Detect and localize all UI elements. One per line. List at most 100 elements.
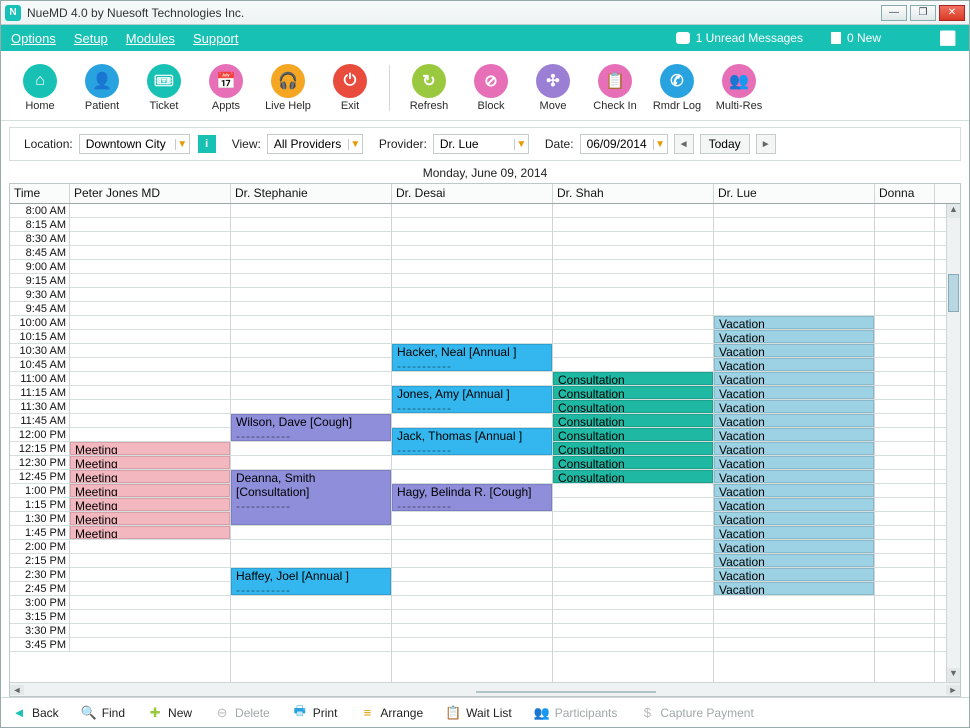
appointment[interactable]: Vacation bbox=[714, 316, 874, 329]
appointment[interactable]: Consultation bbox=[553, 414, 713, 427]
chevron-down-icon[interactable]: ▼ bbox=[175, 139, 189, 150]
action-back[interactable]: ◄Back bbox=[11, 705, 59, 721]
providers-area[interactable]: MeetingMeetingMeetingMeetingMeetingMeeti… bbox=[70, 204, 946, 682]
chevron-down-icon[interactable]: ▼ bbox=[348, 139, 362, 150]
appointment[interactable]: Consultation bbox=[553, 442, 713, 455]
appointment[interactable]: Meeting bbox=[70, 512, 230, 525]
appointment[interactable]: Vacation bbox=[714, 568, 874, 581]
action-print[interactable]: 🖶Print bbox=[292, 705, 338, 721]
scroll-up-icon[interactable]: ▲ bbox=[947, 204, 960, 218]
appointment[interactable]: Vacation bbox=[714, 526, 874, 539]
appointment[interactable]: Meeting bbox=[70, 498, 230, 511]
location-info-button[interactable]: i bbox=[198, 135, 216, 153]
appointment[interactable]: Vacation bbox=[714, 484, 874, 497]
unread-messages[interactable]: 1 Unread Messages bbox=[676, 31, 803, 45]
appointment[interactable]: Vacation bbox=[714, 442, 874, 455]
vertical-scrollbar[interactable]: ▲ ▼ bbox=[946, 204, 960, 682]
date-combo[interactable]: 06/09/2014 ▼ bbox=[580, 134, 668, 154]
appointment[interactable]: Meeting bbox=[70, 484, 230, 497]
appointment[interactable]: Meeting bbox=[70, 526, 230, 539]
appointment[interactable]: Vacation bbox=[714, 456, 874, 469]
tool-live-help[interactable]: 🎧Live Help bbox=[259, 64, 317, 112]
appointment[interactable]: Vacation bbox=[714, 554, 874, 567]
date-next-button[interactable]: ► bbox=[756, 134, 776, 154]
scroll-down-icon[interactable]: ▼ bbox=[947, 668, 960, 682]
chevron-down-icon[interactable]: ▼ bbox=[653, 139, 667, 150]
provider-header[interactable]: Dr. Desai bbox=[392, 184, 553, 203]
appointment[interactable]: Deanna, Smith [Consultation]----------- bbox=[231, 470, 391, 525]
tool-patient[interactable]: 👤Patient bbox=[73, 64, 131, 112]
provider-header[interactable]: Dr. Stephanie bbox=[231, 184, 392, 203]
appointment[interactable]: Consultation bbox=[553, 386, 713, 399]
appointment[interactable]: Meeting bbox=[70, 456, 230, 469]
capture-payment-icon: $ bbox=[639, 705, 655, 721]
appointment[interactable]: Hacker, Neal [Annual ]----------- bbox=[392, 344, 552, 371]
appointment[interactable]: Vacation bbox=[714, 582, 874, 595]
appointment[interactable]: Meeting bbox=[70, 470, 230, 483]
appointment[interactable]: Consultation bbox=[553, 372, 713, 385]
scroll-left-icon[interactable]: ◄ bbox=[10, 685, 24, 695]
provider-header[interactable]: Dr. Shah bbox=[553, 184, 714, 203]
menu-options[interactable]: Options bbox=[11, 31, 56, 46]
tool-exit[interactable]: ⏻Exit bbox=[321, 64, 379, 112]
chevron-down-icon[interactable]: ▼ bbox=[514, 139, 528, 150]
appointment[interactable]: Wilson, Dave [Cough]----------- bbox=[231, 414, 391, 441]
hscroll-thumb[interactable] bbox=[476, 691, 656, 693]
tool-appts[interactable]: 📅Appts bbox=[197, 64, 255, 112]
maximize-button[interactable]: ❐ bbox=[910, 5, 936, 21]
appointment[interactable]: Haffey, Joel [Annual ]----------- bbox=[231, 568, 391, 595]
appointment[interactable]: Jack, Thomas [Annual ]----------- bbox=[392, 428, 552, 455]
appointment[interactable]: Vacation bbox=[714, 400, 874, 413]
tool-multi-res[interactable]: 👥Multi-Res bbox=[710, 64, 768, 112]
tool-block[interactable]: ⊘Block bbox=[462, 64, 520, 112]
provider-header[interactable]: Dr. Lue bbox=[714, 184, 875, 203]
appointment[interactable]: Vacation bbox=[714, 414, 874, 427]
provider-header[interactable]: Donna bbox=[875, 184, 935, 203]
menu-setup[interactable]: Setup bbox=[74, 31, 108, 46]
appointment[interactable]: Vacation bbox=[714, 358, 874, 371]
tool-ticket[interactable]: 🎟Ticket bbox=[135, 64, 193, 112]
tool-move[interactable]: ✣Move bbox=[524, 64, 582, 112]
tool-check-in[interactable]: 📋Check In bbox=[586, 64, 644, 112]
scroll-right-icon[interactable]: ► bbox=[946, 685, 960, 695]
appointment[interactable]: Vacation bbox=[714, 470, 874, 483]
location-combo[interactable]: Downtown City ▼ bbox=[79, 134, 190, 154]
horizontal-scrollbar[interactable]: ◄ ► bbox=[10, 682, 960, 696]
appointment[interactable]: Vacation bbox=[714, 372, 874, 385]
action-arrange[interactable]: ≡Arrange bbox=[359, 705, 423, 721]
appointment[interactable]: Vacation bbox=[714, 386, 874, 399]
appointment[interactable]: Consultation bbox=[553, 456, 713, 469]
action-find[interactable]: 🔍Find bbox=[81, 705, 125, 721]
appointment[interactable]: Vacation bbox=[714, 428, 874, 441]
new-documents[interactable]: 0 New bbox=[831, 31, 881, 45]
provider-combo[interactable]: Dr. Lue ▼ bbox=[433, 134, 529, 154]
appointment[interactable]: Consultation bbox=[553, 470, 713, 483]
appointment[interactable]: Hagy, Belinda R. [Cough]----------- bbox=[392, 484, 552, 511]
appointment-label: Vacation bbox=[719, 569, 765, 581]
close-button[interactable]: ✕ bbox=[939, 5, 965, 21]
appointment[interactable]: Vacation bbox=[714, 498, 874, 511]
appointment[interactable]: Consultation bbox=[553, 428, 713, 441]
menu-support[interactable]: Support bbox=[193, 31, 239, 46]
appointment[interactable]: Vacation bbox=[714, 344, 874, 357]
appointment[interactable]: Vacation bbox=[714, 540, 874, 553]
provider-header[interactable]: Peter Jones MD bbox=[70, 184, 231, 203]
tool-home[interactable]: ⌂Home bbox=[11, 64, 69, 112]
toolbar: ⌂Home👤Patient🎟Ticket📅Appts🎧Live Help⏻Exi… bbox=[1, 51, 969, 121]
tool-refresh[interactable]: ↻Refresh bbox=[400, 64, 458, 112]
action-wait-list[interactable]: 📋Wait List bbox=[445, 705, 512, 721]
appointment[interactable]: Consultation bbox=[553, 400, 713, 413]
appointment[interactable]: Jones, Amy [Annual ]----------- bbox=[392, 386, 552, 413]
appts-icon: 📅 bbox=[209, 64, 243, 98]
tool-rmdr-log[interactable]: ✆Rmdr Log bbox=[648, 64, 706, 112]
appointment[interactable]: Vacation bbox=[714, 330, 874, 343]
view-combo[interactable]: All Providers ▼ bbox=[267, 134, 363, 154]
today-button[interactable]: Today bbox=[700, 134, 750, 154]
appointment[interactable]: Vacation bbox=[714, 512, 874, 525]
menu-modules[interactable]: Modules bbox=[126, 31, 175, 46]
scroll-thumb[interactable] bbox=[948, 274, 959, 312]
appointment[interactable]: Meeting bbox=[70, 442, 230, 455]
date-prev-button[interactable]: ◄ bbox=[674, 134, 694, 154]
minimize-button[interactable]: — bbox=[881, 5, 907, 21]
action-new[interactable]: ✚New bbox=[147, 705, 192, 721]
